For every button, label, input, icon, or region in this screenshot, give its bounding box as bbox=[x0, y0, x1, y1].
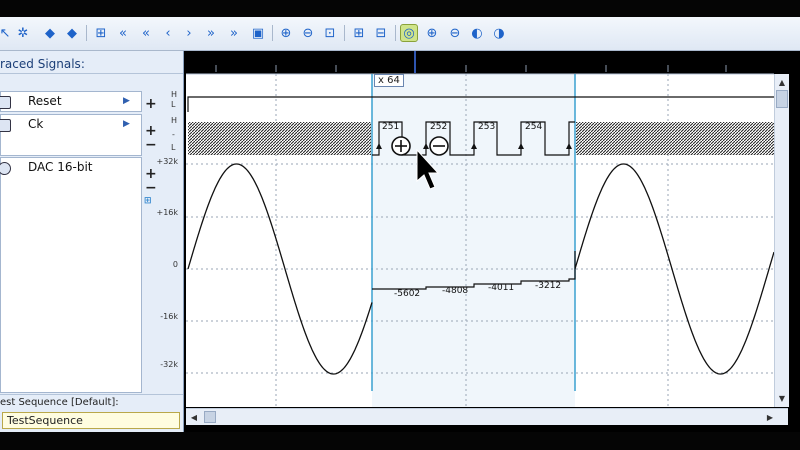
low-label: L bbox=[171, 100, 176, 109]
panel-title: raced Signals: bbox=[0, 57, 85, 71]
signal-name: DAC 16-bit bbox=[28, 160, 93, 174]
scroll-up-icon[interactable]: ▲ bbox=[776, 76, 788, 88]
expand-arrow-icon[interactable]: ▶ bbox=[123, 96, 130, 106]
zoom-next-icon[interactable]: ◑ bbox=[490, 24, 508, 42]
gear-icon[interactable]: ✲ bbox=[14, 24, 32, 42]
grid-icon[interactable]: ⊞ bbox=[144, 196, 152, 206]
toolbar: ↖ ✲ ◆ ◆ ⊞ « « ‹ › » » ▣ ⊕ ⊖ ⊡ ⊞ ⊟ ◎ ⊕ ⊖ … bbox=[0, 17, 800, 51]
arrow-left-icon[interactable]: ◆ bbox=[41, 24, 59, 42]
forward-fast-icon[interactable]: » bbox=[225, 24, 243, 42]
pointer-icon[interactable]: ↖ bbox=[0, 24, 14, 42]
vertical-scrollbar[interactable]: ▲ ▼ bbox=[774, 74, 789, 407]
zoom-label: x 64 bbox=[374, 74, 404, 87]
cursor-minus-icon[interactable] bbox=[429, 136, 449, 156]
y-tick-label: -32k bbox=[160, 360, 178, 369]
rewind-fast-icon[interactable]: « bbox=[114, 24, 132, 42]
arrow-right-icon[interactable]: ◆ bbox=[63, 24, 81, 42]
zoom-active-icon[interactable]: ◎ bbox=[400, 24, 418, 42]
dac-value-label: -4011 bbox=[488, 283, 515, 293]
forward-icon[interactable]: » bbox=[202, 24, 220, 42]
sequence-field[interactable]: TestSequence bbox=[2, 412, 180, 429]
signal-row-reset[interactable]: Reset ▶ bbox=[0, 91, 142, 112]
zoom-prev-icon[interactable]: ◐ bbox=[468, 24, 486, 42]
high-label: H bbox=[171, 116, 178, 125]
expand-arrow-icon[interactable]: ▶ bbox=[123, 119, 130, 129]
signal-type-icon bbox=[0, 119, 11, 132]
settings-icon[interactable]: ⊞ bbox=[92, 24, 110, 42]
scroll-thumb[interactable] bbox=[776, 90, 788, 108]
scroll-down-icon[interactable]: ▼ bbox=[776, 392, 788, 404]
zoom-area-icon[interactable]: ⊡ bbox=[321, 24, 339, 42]
zoom-out-icon[interactable]: ⊖ bbox=[446, 24, 464, 42]
signal-type-icon bbox=[0, 96, 11, 109]
signal-row-dac[interactable]: DAC 16-bit bbox=[0, 157, 142, 393]
scroll-thumb[interactable] bbox=[204, 411, 216, 423]
zoom-fit-icon[interactable]: ⊕ bbox=[277, 24, 295, 42]
signal-panel: raced Signals: Reset ▶ Ck ▶ DAC 16-bit +… bbox=[0, 51, 184, 433]
y-tick-label: +16k bbox=[156, 208, 178, 217]
dac-value-label: -5602 bbox=[394, 289, 421, 299]
add-button[interactable]: + bbox=[145, 167, 157, 181]
waveform-area[interactable]: x 64 251 252 253 254 -5602 -4808 -4011 -… bbox=[186, 51, 800, 432]
ck-cycle-label: 253 bbox=[478, 122, 496, 132]
sequence-footer: est Sequence [Default]: TestSequence bbox=[0, 394, 183, 433]
mid-label: - bbox=[172, 130, 175, 139]
paste-marker-icon[interactable]: ⊟ bbox=[372, 24, 390, 42]
ck-cycle-label: 252 bbox=[430, 122, 448, 132]
ck-dense-right bbox=[576, 122, 774, 155]
step-back-icon[interactable]: ‹ bbox=[159, 24, 177, 42]
add-button[interactable]: + bbox=[145, 97, 157, 111]
signal-type-icon bbox=[0, 162, 11, 175]
toolbar-separator bbox=[395, 25, 396, 41]
insert-icon[interactable]: ▣ bbox=[249, 24, 267, 42]
zoom-out-area-icon[interactable]: ⊖ bbox=[299, 24, 317, 42]
ck-dense-left bbox=[188, 122, 371, 155]
ck-cycle-label: 251 bbox=[382, 122, 400, 132]
ck-cycle-label: 254 bbox=[525, 122, 543, 132]
top-black-bar bbox=[0, 0, 800, 17]
signal-name: Reset bbox=[28, 94, 62, 108]
sequence-label: est Sequence [Default]: bbox=[0, 397, 119, 408]
rewind-icon[interactable]: « bbox=[137, 24, 155, 42]
signal-name: Ck bbox=[28, 117, 44, 131]
copy-marker-icon[interactable]: ⊞ bbox=[350, 24, 368, 42]
toolbar-separator bbox=[86, 25, 87, 41]
header-divider bbox=[0, 73, 183, 74]
waveform-canvas bbox=[186, 51, 775, 407]
bottom-black-bar bbox=[0, 432, 800, 450]
y-tick-label: 0 bbox=[172, 260, 178, 269]
toolbar-separator bbox=[344, 25, 345, 41]
high-label: H bbox=[171, 90, 178, 99]
y-tick-label: -16k bbox=[160, 312, 178, 321]
y-tick-label: +32k bbox=[156, 157, 178, 166]
scroll-left-icon[interactable]: ◀ bbox=[188, 411, 200, 423]
app-window: ↖ ✲ ◆ ◆ ⊞ « « ‹ › » » ▣ ⊕ ⊖ ⊡ ⊞ ⊟ ◎ ⊕ ⊖ … bbox=[0, 0, 800, 450]
horizontal-scrollbar[interactable]: ◀ ▶ bbox=[186, 408, 788, 425]
low-label: L bbox=[171, 143, 176, 152]
remove-button[interactable]: − bbox=[145, 138, 157, 152]
scroll-right-icon[interactable]: ▶ bbox=[764, 411, 776, 423]
dac-value-label: -4808 bbox=[442, 286, 469, 296]
zoom-in-icon[interactable]: ⊕ bbox=[423, 24, 441, 42]
add-button[interactable]: + bbox=[145, 124, 157, 138]
remove-button[interactable]: − bbox=[145, 181, 157, 195]
cursor-plus-icon[interactable] bbox=[391, 136, 411, 156]
dac-value-label: -3212 bbox=[535, 281, 562, 291]
toolbar-separator bbox=[272, 25, 273, 41]
time-ruler[interactable] bbox=[186, 51, 800, 73]
step-forward-icon[interactable]: › bbox=[180, 24, 198, 42]
signal-row-ck[interactable]: Ck ▶ bbox=[0, 114, 142, 156]
